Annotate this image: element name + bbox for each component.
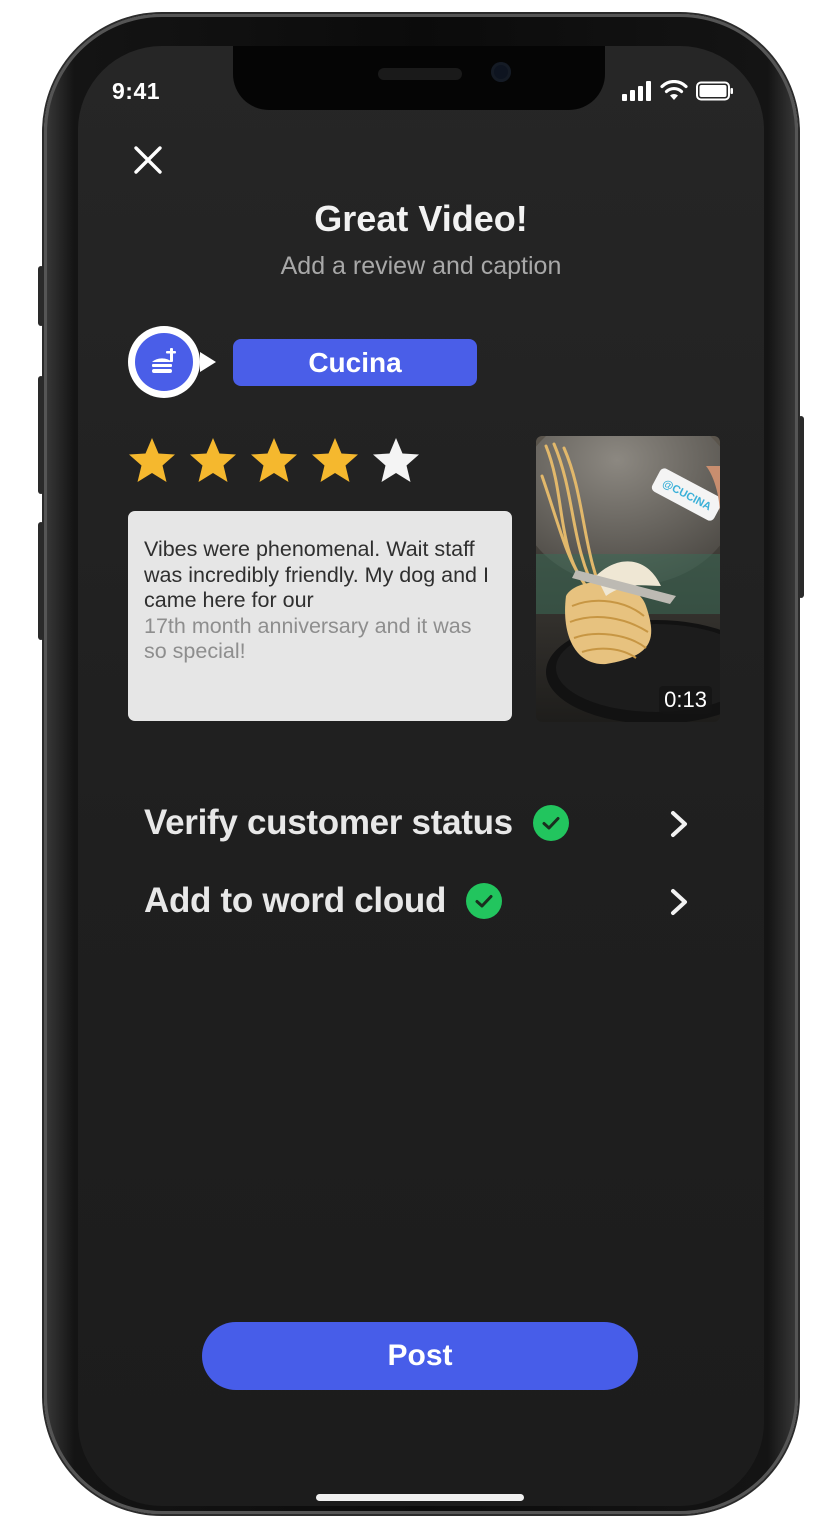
star-rating[interactable]	[126, 436, 422, 486]
option-label: Verify customer status	[144, 803, 513, 842]
post-button[interactable]: Post	[202, 1322, 638, 1390]
star-icon-filled[interactable]	[187, 436, 239, 486]
side-button-power	[798, 416, 804, 598]
battery-icon	[696, 81, 733, 101]
close-icon[interactable]	[130, 142, 166, 178]
add-to-word-cloud-row[interactable]: Add to word cloud	[144, 875, 692, 927]
chevron-right-icon[interactable]	[666, 809, 692, 839]
page-title: Great Video!	[314, 198, 528, 239]
wifi-icon	[660, 80, 688, 100]
check-circle-icon	[532, 805, 569, 841]
star-icon-empty[interactable]	[370, 436, 422, 486]
front-camera	[491, 62, 511, 82]
side-button-volume-up	[38, 376, 44, 494]
video-duration-badge: 0:13	[659, 686, 712, 714]
pasta-dish-image: @CUCINA	[536, 436, 720, 722]
review-text-faded: 17th month anniversary and it was so spe…	[144, 613, 472, 664]
star-icon-filled[interactable]	[248, 436, 300, 486]
option-label: Add to word cloud	[144, 881, 447, 920]
status-icons	[622, 80, 734, 102]
star-icon-filled[interactable]	[309, 436, 361, 486]
venue-name-chip[interactable]: Cucina	[233, 339, 477, 386]
chevron-right-icon[interactable]	[666, 887, 692, 917]
page-subtitle: Add a review and caption	[280, 252, 562, 280]
review-textarea[interactable]: Vibes were phenomenal. Wait staff was in…	[128, 511, 512, 721]
video-thumbnail[interactable]: @CUCINA 0:13	[536, 436, 720, 722]
cellular-signal-icon	[622, 81, 651, 101]
review-text: Vibes were phenomenal. Wait staff was in…	[144, 537, 489, 612]
side-button-volume-down	[38, 522, 44, 640]
venue-avatar	[128, 326, 216, 398]
notch	[233, 46, 605, 110]
earpiece-speaker	[378, 68, 462, 80]
check-circle-icon	[466, 883, 503, 919]
side-button-silent	[38, 266, 44, 326]
home-indicator[interactable]	[316, 1494, 524, 1501]
verify-customer-status-row[interactable]: Verify customer status	[144, 797, 692, 849]
status-time: 9:41	[112, 78, 161, 104]
star-icon-filled[interactable]	[126, 436, 178, 486]
app-screen: 9:41 Great Video! Add a review and capti…	[78, 46, 764, 1506]
